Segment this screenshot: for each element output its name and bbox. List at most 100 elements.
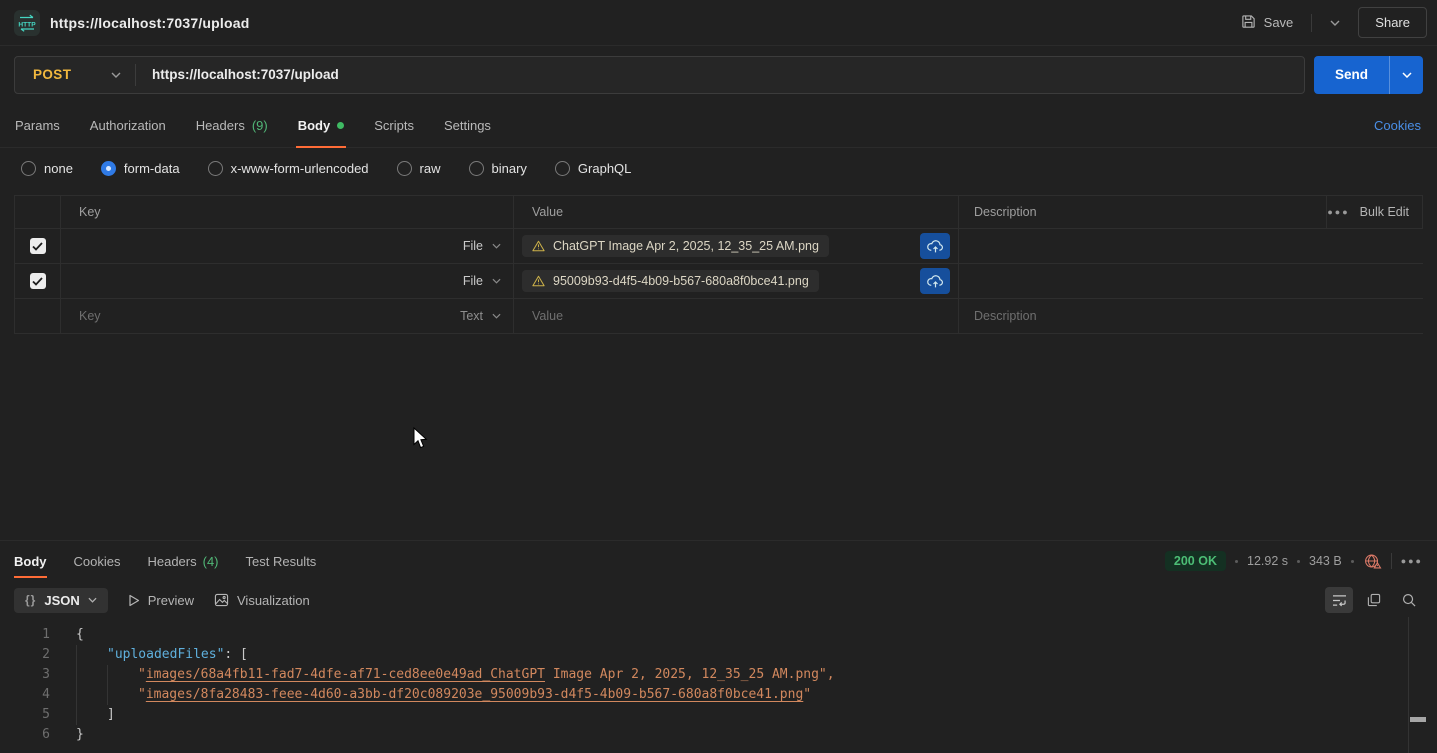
- row-checkbox[interactable]: [30, 273, 46, 289]
- request-tab-title: https://localhost:7037/upload: [50, 15, 250, 31]
- row-key-cell[interactable]: File: [61, 264, 514, 298]
- code-token: ": [803, 687, 811, 702]
- new-row-key-cell[interactable]: Key Text: [61, 299, 514, 333]
- code-line: 5]: [20, 705, 1437, 725]
- request-tab[interactable]: HTTP https://localhost:7037/upload: [14, 10, 250, 36]
- code-token: ": [138, 667, 146, 682]
- body-mode-graphql[interactable]: GraphQL: [555, 161, 631, 176]
- response-tab-cookies[interactable]: Cookies: [74, 541, 121, 581]
- request-url-row: POST https://localhost:7037/upload Send: [0, 46, 1437, 103]
- upload-file-button[interactable]: [920, 268, 950, 294]
- save-label: Save: [1264, 15, 1294, 30]
- row-type-selector[interactable]: File: [463, 274, 501, 288]
- indent-guide: [76, 705, 107, 725]
- code-token: "uploadedFiles": [107, 647, 224, 662]
- send-button[interactable]: Send: [1314, 56, 1389, 94]
- search-icon: [1402, 593, 1416, 607]
- status-badge[interactable]: 200 OK: [1165, 551, 1226, 571]
- code-line: 1{: [20, 625, 1437, 645]
- response-toolbar: {} JSON Preview Visualization: [0, 581, 1437, 619]
- header-description: Description: [959, 196, 1327, 228]
- tab-headers[interactable]: Headers(9): [181, 103, 283, 147]
- more-actions-icon[interactable]: ●●●: [1401, 556, 1423, 566]
- response-tab-body[interactable]: Body: [14, 541, 47, 581]
- method-selector[interactable]: POST: [15, 57, 135, 93]
- code-token: Image Apr 2, 2025, 12_35_25 AM.png",: [545, 667, 835, 682]
- response-size[interactable]: 343 B: [1309, 554, 1342, 568]
- radio-icon: [101, 161, 116, 176]
- body-mode-raw[interactable]: raw: [397, 161, 441, 176]
- file-chip[interactable]: ChatGPT Image Apr 2, 2025, 12_35_25 AM.p…: [522, 235, 829, 257]
- row-checkbox-cell: [15, 264, 61, 298]
- topbar-actions: Save Share: [1233, 7, 1427, 38]
- file-chip[interactable]: 95009b93-d4f5-4b09-b567-680a8f0bce41.png: [522, 270, 819, 292]
- visualization-button[interactable]: Visualization: [214, 593, 310, 608]
- cookies-link[interactable]: Cookies: [1374, 103, 1437, 147]
- tab-settings[interactable]: Settings: [429, 103, 506, 147]
- network-warning-icon[interactable]: [1363, 553, 1382, 570]
- header-actions: ●●● Bulk Edit: [1327, 196, 1423, 228]
- tab-authorization[interactable]: Authorization: [75, 103, 181, 147]
- row-description-cell[interactable]: [959, 264, 1423, 298]
- body-mode-binary[interactable]: binary: [469, 161, 527, 176]
- body-mode-form-data[interactable]: form-data: [101, 161, 180, 176]
- tab-label: Cookies: [74, 554, 121, 569]
- toolbar-right: [1325, 587, 1423, 613]
- upload-file-button[interactable]: [920, 233, 950, 259]
- radio-icon: [469, 161, 484, 176]
- new-row-description-cell[interactable]: Description: [959, 299, 1423, 333]
- response-section: Body Cookies Headers(4) Test Results 200 OK…: [0, 540, 1437, 753]
- bulk-edit-button[interactable]: Bulk Edit: [1360, 205, 1409, 219]
- row-value-cell[interactable]: 95009b93-d4f5-4b09-b567-680a8f0bce41.png: [514, 264, 959, 298]
- response-time[interactable]: 12.92 s: [1247, 554, 1288, 568]
- send-options-chevron[interactable]: [1389, 56, 1423, 94]
- response-code[interactable]: 1{2"uploadedFiles": [3"images/68a4fb11-f…: [0, 619, 1437, 745]
- header-checkbox-cell: [15, 196, 61, 228]
- braces-icon: {}: [25, 593, 36, 607]
- row-type-selector[interactable]: File: [463, 239, 501, 253]
- visualization-label: Visualization: [237, 593, 310, 608]
- tab-scripts[interactable]: Scripts: [359, 103, 429, 147]
- tab-params[interactable]: Params: [0, 103, 75, 147]
- description-placeholder: Description: [974, 309, 1037, 323]
- response-tab-test-results[interactable]: Test Results: [246, 541, 317, 581]
- share-button[interactable]: Share: [1358, 7, 1427, 38]
- tab-label: Authorization: [90, 118, 166, 133]
- code-link[interactable]: images/8fa28483-feee-4d60-a3bb-df20c0892…: [146, 687, 803, 702]
- tab-count: (4): [203, 554, 219, 569]
- line-number: 4: [20, 685, 50, 705]
- url-input[interactable]: https://localhost:7037/upload: [136, 67, 339, 82]
- row-type-selector[interactable]: Text: [460, 309, 501, 323]
- type-label: File: [463, 239, 483, 253]
- search-button[interactable]: [1395, 587, 1423, 613]
- scrollbar-thumb[interactable]: [1410, 717, 1426, 722]
- type-label: Text: [460, 309, 483, 323]
- code-token: ": [138, 687, 146, 702]
- row-key-cell[interactable]: File: [61, 229, 514, 263]
- body-mode-none[interactable]: none: [21, 161, 73, 176]
- preview-button[interactable]: Preview: [128, 593, 194, 608]
- code-content: }: [76, 725, 84, 745]
- new-row-value-cell[interactable]: Value: [514, 299, 959, 333]
- response-tab-headers[interactable]: Headers(4): [147, 541, 218, 581]
- file-name: ChatGPT Image Apr 2, 2025, 12_35_25 AM.p…: [553, 239, 819, 253]
- chevron-down-icon: [111, 72, 121, 78]
- chevron-down-icon: [88, 597, 97, 603]
- save-options-chevron[interactable]: [1322, 14, 1348, 32]
- divider: [1391, 553, 1392, 569]
- row-checkbox[interactable]: [30, 238, 46, 254]
- copy-button[interactable]: [1360, 587, 1388, 613]
- save-button[interactable]: Save: [1233, 8, 1302, 38]
- row-description-cell[interactable]: [959, 229, 1423, 263]
- row-value-cell[interactable]: ChatGPT Image Apr 2, 2025, 12_35_25 AM.p…: [514, 229, 959, 263]
- body-mode-x-www-form-urlencoded[interactable]: x-www-form-urlencoded: [208, 161, 369, 176]
- more-options-icon[interactable]: ●●●: [1327, 207, 1349, 217]
- wrap-text-button[interactable]: [1325, 587, 1353, 613]
- code-token: {: [76, 627, 84, 642]
- format-selector[interactable]: {} JSON: [14, 588, 108, 613]
- app-window: HTTP https://localhost:7037/upload Save: [0, 0, 1437, 334]
- code-link[interactable]: images/68a4fb11-fad7-4dfe-af71-ced8ee0e4…: [146, 667, 545, 682]
- tab-count: (9): [252, 118, 268, 133]
- chevron-down-icon: [492, 313, 501, 319]
- tab-body[interactable]: Body: [283, 103, 360, 147]
